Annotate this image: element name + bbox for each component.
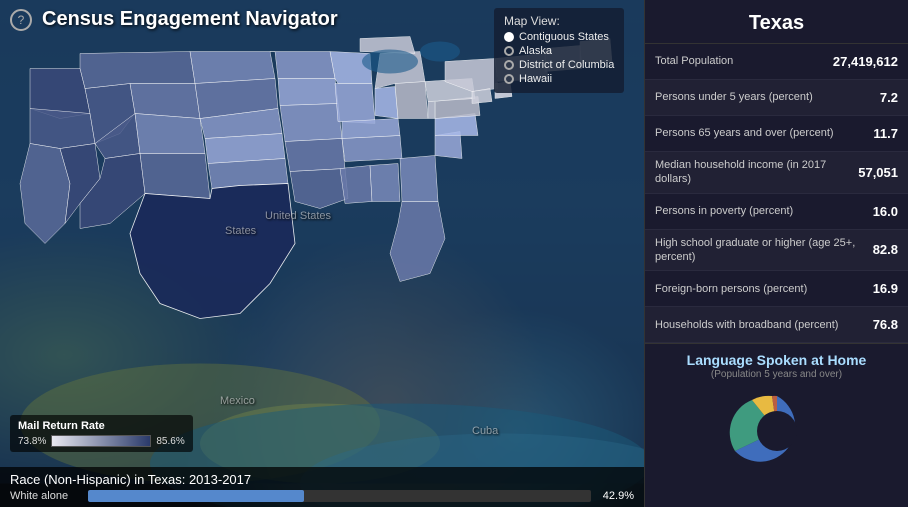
race-bar-track-white: [88, 490, 591, 502]
stats-row-5: High school graduate or higher (age 25+,…: [645, 230, 908, 272]
stats-row-3: Median household income (in 2017 dollars…: [645, 152, 908, 194]
stat-value-5: 82.8: [873, 242, 898, 257]
stat-label-7: Households with broadband (percent): [655, 318, 873, 332]
stats-row-2: Persons 65 years and over (percent) 11.7: [645, 116, 908, 152]
map-view-panel: Map View: Contiguous States Alaska Distr…: [494, 8, 624, 93]
race-row-white: White alone 42.9%: [10, 490, 634, 502]
bottom-bar: Race (Non-Hispanic) in Texas: 2013-2017 …: [0, 467, 644, 507]
stats-row-7: Households with broadband (percent) 76.8: [645, 307, 908, 343]
map-view-label: Map View:: [504, 14, 614, 28]
legend-max: 85.6%: [156, 436, 184, 447]
stats-row-6: Foreign-born persons (percent) 16.9: [645, 271, 908, 307]
stat-label-6: Foreign-born persons (percent): [655, 282, 873, 296]
legend-bar-container: 73.8% 85.6%: [18, 435, 185, 447]
radio-circle-alaska: [504, 46, 514, 56]
radio-circle-hawaii: [504, 74, 514, 84]
radio-label-alaska: Alaska: [519, 45, 552, 57]
language-subtitle: (Population 5 years and over): [655, 369, 898, 380]
donut-chart: [717, 386, 837, 476]
stat-value-0: 27,419,612: [833, 54, 898, 69]
stats-row-4: Persons in poverty (percent) 16.0: [645, 194, 908, 230]
radio-hawaii[interactable]: Hawaii: [504, 73, 614, 85]
legend-bar: [51, 435, 151, 447]
stat-value-6: 16.9: [873, 281, 898, 296]
stat-label-3: Median household income (in 2017 dollars…: [655, 158, 858, 187]
stats-row-1: Persons under 5 years (percent) 7.2: [645, 80, 908, 116]
race-bar-fill-white: [88, 490, 304, 502]
stats-row-0: Total Population 27,419,612: [645, 44, 908, 80]
radio-label-hawaii: Hawaii: [519, 73, 552, 85]
app-title: Census Engagement Navigator: [42, 8, 338, 31]
radio-contiguous[interactable]: Contiguous States: [504, 31, 614, 43]
radio-label-dc: District of Columbia: [519, 59, 614, 71]
legend-min: 73.8%: [18, 436, 46, 447]
race-pct-white: 42.9%: [599, 490, 634, 502]
stats-list: Total Population 27,419,612 Persons unde…: [645, 44, 908, 343]
stat-label-2: Persons 65 years and over (percent): [655, 126, 873, 140]
language-title: Language Spoken at Home: [655, 352, 898, 368]
stat-label-5: High school graduate or higher (age 25+,…: [655, 236, 873, 265]
radio-dc[interactable]: District of Columbia: [504, 59, 614, 71]
stat-value-2: 11.7: [873, 126, 898, 141]
legend-title: Mail Return Rate: [18, 420, 185, 432]
stat-value-4: 16.0: [873, 204, 898, 219]
stat-value-3: 57,051: [858, 165, 898, 180]
right-panel: Texas Total Population 27,419,612 Person…: [644, 0, 908, 507]
radio-circle-dc: [504, 60, 514, 70]
stat-value-1: 7.2: [880, 90, 898, 105]
donut-chart-container: [655, 386, 898, 476]
map-panel: ? Census Engagement Navigator Map View: …: [0, 0, 644, 507]
race-label-white: White alone: [10, 490, 80, 502]
stat-label-4: Persons in poverty (percent): [655, 204, 873, 218]
stat-label-1: Persons under 5 years (percent): [655, 90, 880, 104]
radio-circle-contiguous: [504, 32, 514, 42]
race-title: Race (Non-Hispanic) in Texas: 2013-2017: [10, 472, 634, 487]
help-icon[interactable]: ?: [10, 9, 32, 31]
radio-alaska[interactable]: Alaska: [504, 45, 614, 57]
stat-value-7: 76.8: [873, 317, 898, 332]
language-section: Language Spoken at Home (Population 5 ye…: [645, 343, 908, 480]
stat-label-0: Total Population: [655, 54, 833, 68]
state-title: Texas: [645, 0, 908, 44]
map-legend: Mail Return Rate 73.8% 85.6%: [10, 415, 193, 452]
radio-label-contiguous: Contiguous States: [519, 31, 609, 43]
